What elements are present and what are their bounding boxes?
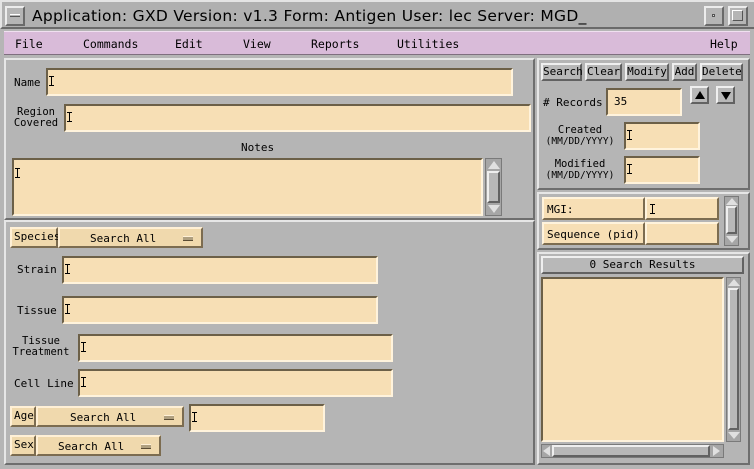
region-label-line2: Covered [13, 117, 59, 129]
notes-textarea[interactable] [12, 158, 483, 216]
scroll-up-icon[interactable] [488, 160, 500, 170]
minimize-icon [712, 14, 715, 17]
sex-label: Sex [10, 435, 36, 456]
menu-help[interactable]: Help [710, 37, 738, 51]
results-horizontal-scrollbar[interactable] [541, 444, 724, 458]
scroll-left-icon[interactable] [543, 446, 551, 456]
window-menu-button[interactable] [5, 6, 25, 26]
name-label: Name [14, 76, 41, 89]
search-button[interactable]: Search [541, 63, 583, 81]
arrow-down-icon [721, 92, 731, 100]
tissue-treatment-input[interactable] [78, 334, 393, 362]
mgi-accession-input[interactable] [645, 197, 719, 220]
tissue-input[interactable] [62, 296, 378, 324]
menu-file[interactable]: File [15, 37, 43, 51]
menu-edit[interactable]: Edit [175, 37, 203, 51]
accession-scrollbar[interactable] [724, 196, 739, 246]
menu-commands[interactable]: Commands [83, 37, 138, 51]
menu-bar: File Commands Edit View Reports Utilitie… [4, 31, 750, 55]
minus-icon [10, 14, 20, 17]
records-count-value: 35 [614, 95, 628, 108]
dropdown-indicator-icon [141, 444, 151, 449]
records-count-field[interactable]: 35 [606, 88, 682, 116]
menu-view[interactable]: View [243, 37, 271, 51]
add-button[interactable]: Add [672, 63, 697, 81]
scroll-up-icon[interactable] [728, 279, 740, 287]
region-covered-input[interactable] [64, 104, 531, 132]
notes-scrollbar[interactable] [485, 158, 502, 216]
results-hscroll-thumb[interactable] [552, 445, 710, 457]
species-dropdown[interactable]: Search All [58, 227, 203, 248]
mgi-label-cell: MGI: [542, 197, 645, 220]
region-covered-label: Region Covered [12, 107, 60, 129]
modified-date-input[interactable] [624, 156, 700, 184]
created-label: Created (MM/DD/YYYY) [540, 124, 620, 148]
results-vertical-scrollbar[interactable] [726, 277, 741, 442]
sequence-label-cell: Sequence (pid) [542, 222, 645, 245]
scroll-down-icon[interactable] [726, 236, 738, 244]
delete-button[interactable]: Delete [700, 63, 743, 81]
notes-label: Notes [241, 141, 275, 154]
notes-scroll-thumb[interactable] [487, 171, 500, 203]
accession-scroll-thumb[interactable] [726, 206, 737, 234]
sex-dropdown[interactable]: Search All [36, 435, 161, 456]
modified-label: Modified (MM/DD/YYYY) [540, 158, 620, 182]
next-record-button[interactable] [716, 86, 735, 104]
age-value: Search All [70, 411, 137, 424]
created-date-input[interactable] [624, 122, 700, 150]
cell-line-label: Cell Line [14, 377, 74, 390]
tissue-label: Tissue [17, 304, 57, 317]
maximize-button[interactable] [728, 6, 748, 26]
strain-input[interactable] [62, 256, 378, 284]
maximize-icon [732, 10, 743, 21]
age-dropdown[interactable]: Search All [36, 406, 184, 427]
menu-utilities[interactable]: Utilities [397, 37, 459, 51]
scroll-down-icon[interactable] [488, 204, 500, 214]
clear-button[interactable]: Clear [585, 63, 622, 81]
arrow-up-icon [695, 91, 705, 99]
modified-date-format: (MM/DD/YYYY) [545, 170, 615, 181]
tissue-treatment-line2: Treatment [12, 346, 70, 358]
results-vscroll-thumb[interactable] [728, 288, 739, 430]
window-title: Application: GXD Version: v1.3 Form: Ant… [32, 7, 587, 25]
species-label: Species [10, 227, 60, 248]
search-results-header: 0 Search Results [541, 256, 744, 274]
created-date-format: (MM/DD/YYYY) [545, 136, 615, 147]
previous-record-button[interactable] [690, 86, 709, 104]
scroll-right-icon[interactable] [713, 446, 721, 456]
age-range-input[interactable] [189, 404, 325, 432]
name-input[interactable] [46, 68, 513, 96]
window-title-bar[interactable]: Application: GXD Version: v1.3 Form: Ant… [0, 0, 754, 29]
search-results-list[interactable] [541, 277, 724, 442]
cell-line-input[interactable] [78, 369, 393, 397]
scroll-down-icon[interactable] [728, 432, 740, 440]
tissue-treatment-label: Tissue Treatment [12, 336, 70, 358]
scroll-up-icon[interactable] [726, 198, 738, 206]
modified-label-line1: Modified [554, 158, 606, 170]
records-label: # Records [543, 96, 603, 109]
dropdown-indicator-icon [183, 236, 193, 241]
menu-reports[interactable]: Reports [311, 37, 359, 51]
dropdown-indicator-icon [164, 415, 174, 420]
minimize-button[interactable] [704, 6, 724, 26]
created-label-line1: Created [557, 124, 603, 136]
age-label: Age [10, 406, 36, 427]
sex-value: Search All [58, 440, 125, 453]
modify-button[interactable]: Modify [625, 63, 669, 81]
sequence-accession-input[interactable] [645, 222, 719, 245]
species-value: Search All [90, 232, 157, 245]
strain-label: Strain [17, 263, 57, 276]
